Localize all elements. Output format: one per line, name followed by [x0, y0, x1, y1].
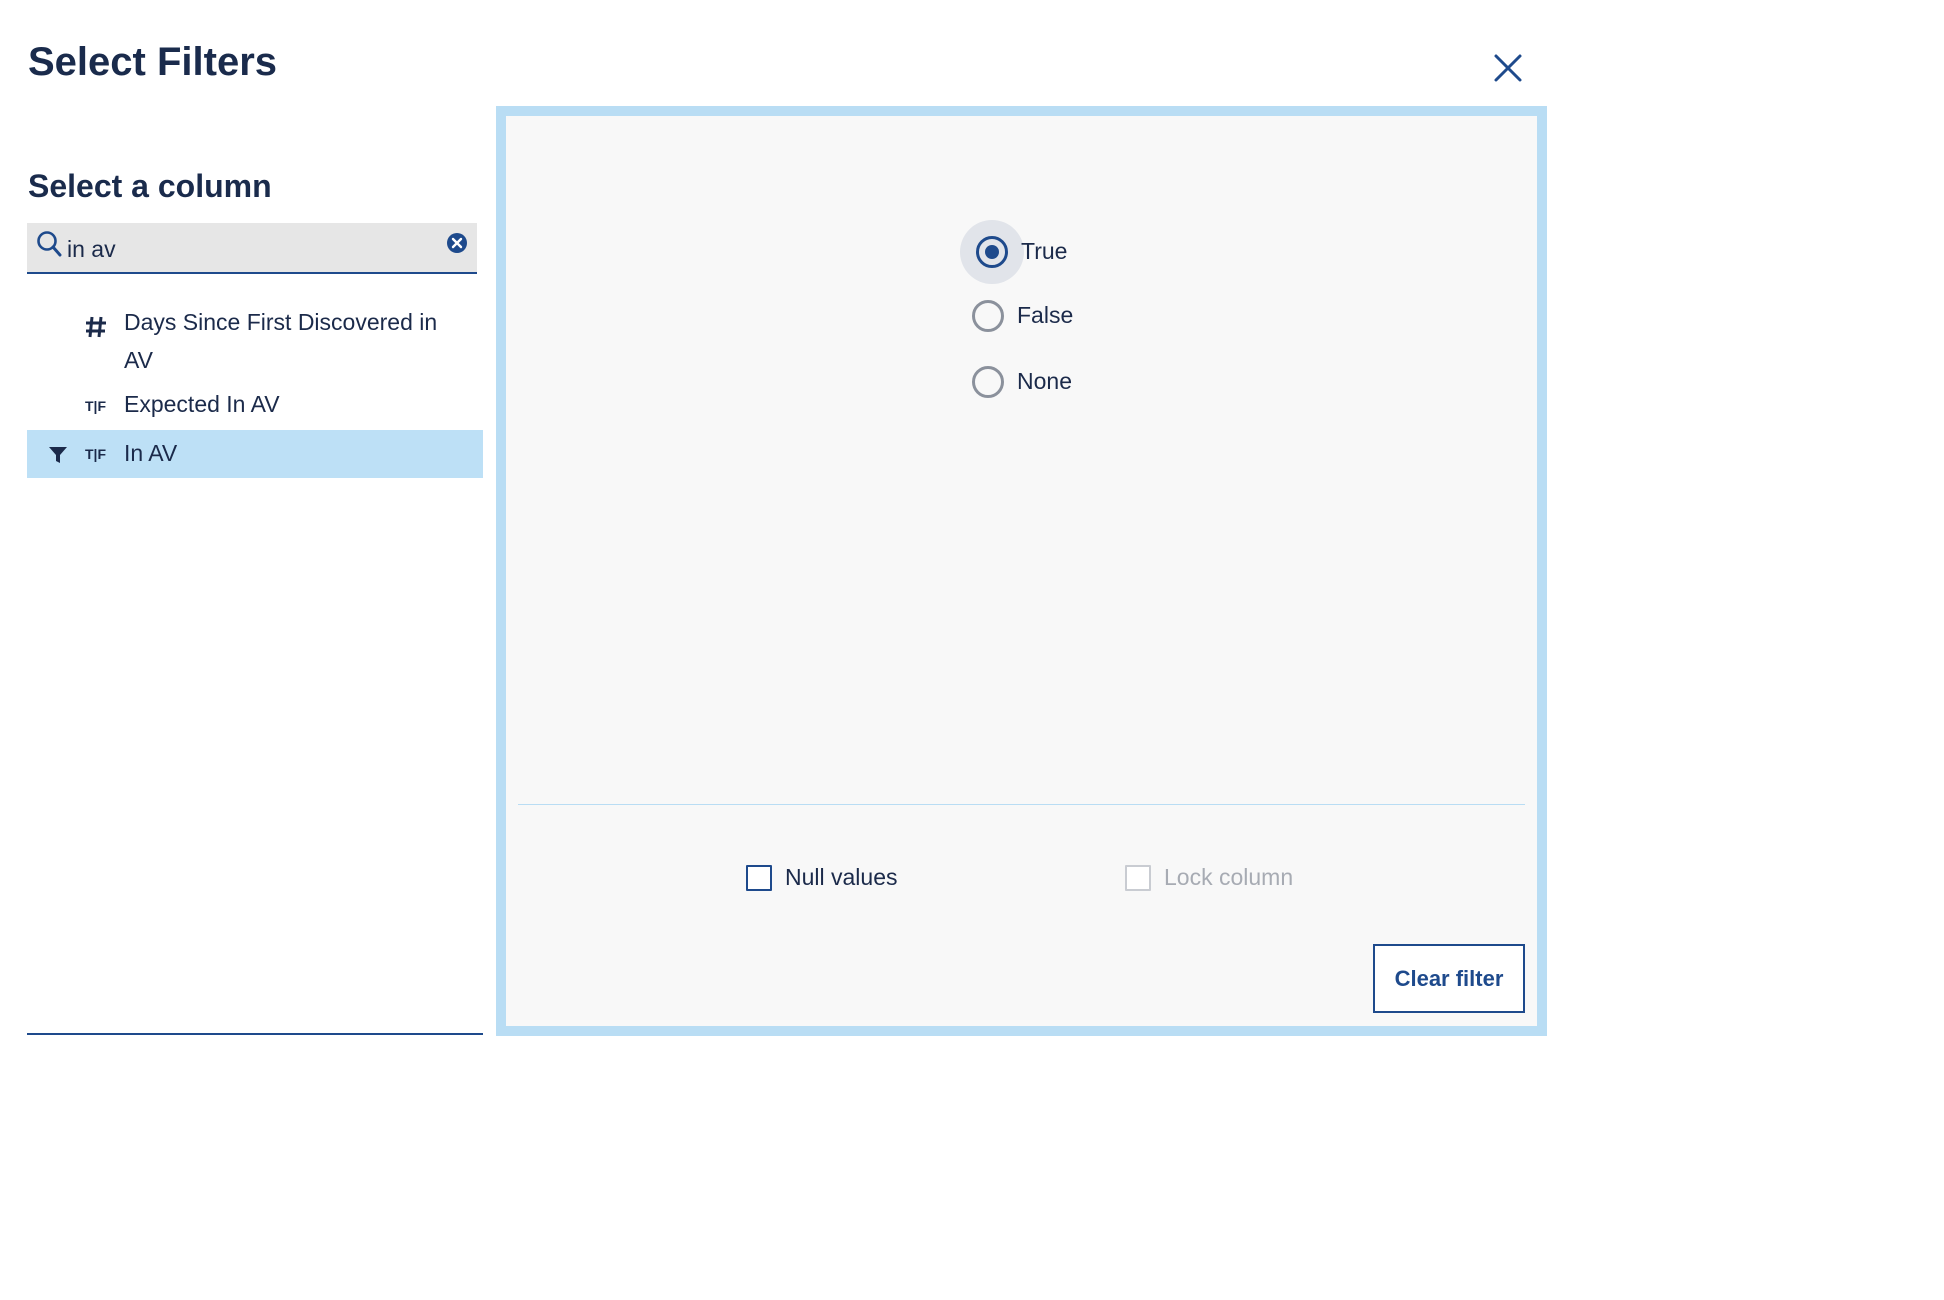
lock-column-label: Lock column: [1164, 864, 1294, 890]
null-values-label: Null values: [785, 864, 898, 890]
select-column-heading: Select a column: [28, 168, 272, 204]
search-icon: [37, 231, 62, 257]
radio-false-label: False: [1017, 302, 1074, 328]
filter-funnel-icon: [49, 447, 67, 463]
select-filters-dialog: Select Filters Select a column Days Sinc…: [0, 0, 1944, 1300]
filter-panel: True False None Null values Lock column …: [496, 106, 1547, 1036]
close-icon: [1494, 54, 1522, 82]
column-list-bottom-divider: [27, 1033, 483, 1035]
column-search-input[interactable]: [67, 231, 427, 267]
tf-glyph: T|F: [85, 398, 107, 414]
lock-column-checkbox: Lock column: [1125, 864, 1293, 891]
column-item-days-since-first-discovered[interactable]: Days Since First Discovered in AV: [27, 300, 483, 382]
tf-glyph: T|F: [85, 446, 107, 462]
radio-checked-icon[interactable]: [976, 236, 1008, 268]
null-values-checkbox[interactable]: Null values: [746, 864, 898, 891]
column-item-label: In AV: [124, 440, 178, 466]
column-list: Days Since First Discovered in AV T|F Ex…: [27, 300, 483, 478]
radio-none-label: None: [1017, 368, 1072, 394]
radio-true[interactable]: True: [960, 220, 1166, 292]
column-item-label: Expected In AV: [124, 391, 280, 417]
panel-divider: [518, 804, 1525, 805]
radio-none[interactable]: None: [966, 358, 1166, 424]
radio-false[interactable]: False: [966, 292, 1166, 358]
radio-unchecked-icon[interactable]: [972, 300, 1004, 332]
radio-unchecked-icon[interactable]: [972, 366, 1004, 398]
column-search-box: [27, 223, 477, 274]
close-button[interactable]: [1484, 44, 1532, 92]
column-item-label: Days Since First Discovered in AV: [124, 309, 438, 373]
clear-search-icon[interactable]: [446, 232, 468, 254]
boolean-tf-icon: T|F: [85, 430, 124, 478]
column-item-in-av[interactable]: T|F In AV: [27, 430, 483, 478]
checkbox-unchecked-icon[interactable]: [746, 864, 772, 891]
column-item-expected-in-av[interactable]: T|F Expected In AV: [27, 382, 483, 430]
boolean-radio-group: True False None: [960, 220, 1166, 424]
boolean-tf-icon: T|F: [85, 382, 124, 430]
hash-icon: [85, 300, 124, 348]
checkbox-disabled-icon: [1125, 864, 1151, 891]
dialog-title: Select Filters: [28, 40, 278, 84]
radio-true-label: True: [1021, 238, 1068, 264]
clear-filter-button[interactable]: Clear filter: [1373, 944, 1525, 1013]
